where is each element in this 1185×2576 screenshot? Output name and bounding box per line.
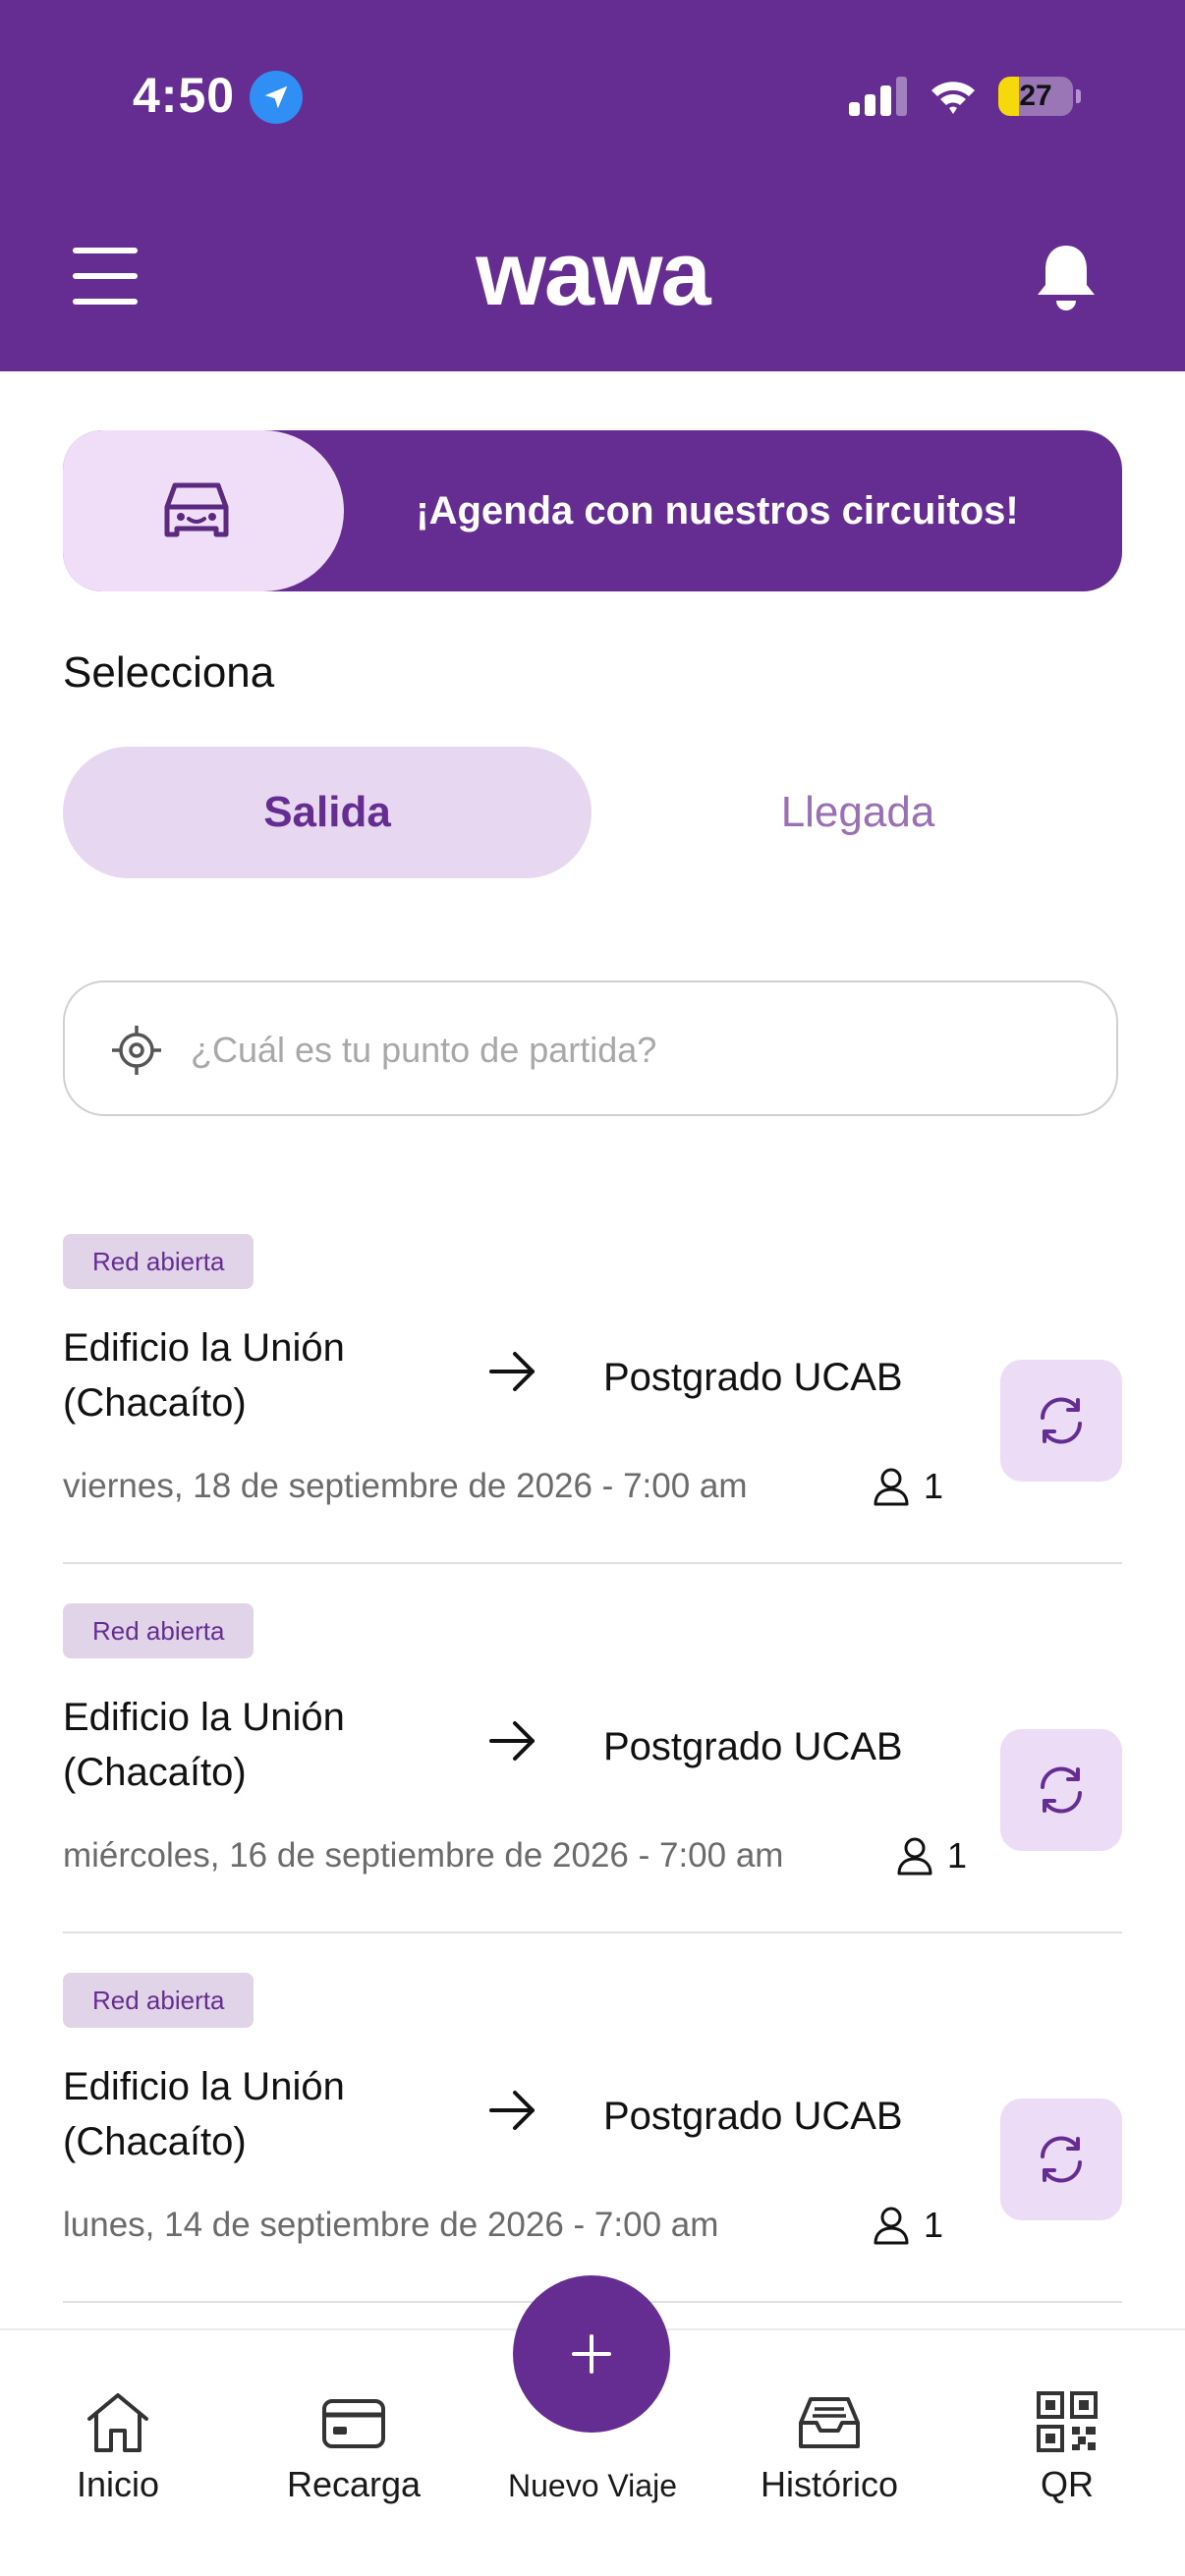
app-logo: wawa	[476, 224, 710, 324]
app-header: 4:50 27 wawa	[0, 0, 1185, 371]
nav-label: Histórico	[760, 2464, 899, 2504]
repeat-trip-button[interactable]	[1000, 1360, 1122, 1482]
inbox-icon	[799, 2397, 860, 2448]
home-icon	[87, 2393, 148, 2452]
nav-recarga[interactable]: Recarga	[255, 2389, 452, 2505]
trip-date: miércoles, 16 de septiembre de 2026 - 7:…	[63, 1836, 784, 1875]
location-arrow-icon	[250, 71, 303, 124]
circuits-banner[interactable]: ¡Agenda con nuestros circuitos!	[63, 430, 1122, 591]
crosshair-icon	[112, 1026, 161, 1075]
qr-icon	[1037, 2391, 1098, 2452]
passenger-count: 1	[924, 2205, 944, 2245]
nav-label: Inicio	[76, 2464, 160, 2504]
nav-qr[interactable]: QR	[969, 2389, 1165, 2505]
trip-item[interactable]: Red abierta Edificio la Unión (Chacaíto)…	[0, 1234, 1185, 1564]
divider	[63, 1932, 1122, 1933]
arrow-right-icon	[489, 1721, 535, 1761]
trip-origin: Edificio la Unión (Chacaíto)	[63, 1696, 345, 1794]
trip-destination: Postgrado UCAB	[603, 2095, 903, 2138]
trip-item[interactable]: Red abierta Edificio la Unión (Chacaíto)…	[0, 1973, 1185, 2303]
trip-item[interactable]: Red abierta Edificio la Unión (Chacaíto)…	[0, 1603, 1185, 1933]
trip-badge: Red abierta	[63, 1234, 254, 1289]
trip-date: viernes, 18 de septiembre de 2026 - 7:00…	[63, 1467, 748, 1505]
trip-badge: Red abierta	[63, 1973, 254, 2028]
person-icon	[874, 2207, 909, 2245]
toggle-salida[interactable]: Salida	[63, 747, 592, 878]
trip-passengers: 1	[873, 2201, 943, 2250]
arrow-right-icon	[489, 1352, 535, 1391]
menu-icon[interactable]	[73, 248, 138, 305]
nav-label: Nuevo Viaje	[508, 2468, 677, 2503]
person-icon	[874, 1468, 909, 1506]
cellular-signal-icon	[849, 77, 907, 116]
banner-icon-area	[63, 430, 344, 591]
trip-destination: Postgrado UCAB	[603, 1356, 903, 1399]
nav-historico[interactable]: Histórico	[731, 2389, 928, 2505]
search-input[interactable]	[189, 1012, 1077, 1089]
repeat-trip-button[interactable]	[1000, 2099, 1122, 2220]
trip-passengers: 1	[896, 1831, 967, 1880]
repeat-trip-button[interactable]	[1000, 1729, 1122, 1851]
battery-level: 27	[1019, 80, 1052, 112]
trip-destination: Postgrado UCAB	[603, 1725, 903, 1768]
passenger-count: 1	[924, 1466, 944, 1506]
banner-text: ¡Agenda con nuestros circuitos!	[416, 489, 1019, 532]
notification-bell-icon[interactable]	[1032, 242, 1100, 314]
nav-label: QR	[1041, 2464, 1094, 2504]
nav-inicio[interactable]: Inicio	[20, 2389, 216, 2505]
divider	[63, 1562, 1122, 1564]
trip-origin: Edificio la Unión (Chacaíto)	[63, 2065, 345, 2163]
trip-origin: Edificio la Unión (Chacaíto)	[63, 1326, 345, 1425]
plus-icon	[572, 2334, 611, 2374]
passenger-count: 1	[947, 1835, 968, 1876]
car-icon	[164, 482, 229, 537]
search-box[interactable]	[63, 980, 1118, 1116]
refresh-icon	[1041, 2136, 1082, 2183]
trip-date: lunes, 14 de septiembre de 2026 - 7:00 a…	[63, 2206, 719, 2244]
refresh-icon	[1041, 1397, 1082, 1444]
new-trip-button[interactable]	[513, 2275, 670, 2433]
card-icon	[322, 2399, 385, 2448]
arrow-right-icon	[489, 2091, 535, 2130]
selector-title: Selecciona	[63, 648, 275, 697]
wifi-icon	[931, 82, 975, 114]
person-icon	[897, 1837, 932, 1876]
nav-label: Recarga	[286, 2464, 422, 2504]
trip-passengers: 1	[873, 1462, 943, 1511]
refresh-icon	[1041, 1766, 1082, 1814]
status-time: 4:50	[133, 68, 236, 123]
toggle-llegada[interactable]: Llegada	[593, 747, 1122, 878]
trip-badge: Red abierta	[63, 1603, 254, 1658]
battery-icon: 27	[998, 77, 1081, 116]
